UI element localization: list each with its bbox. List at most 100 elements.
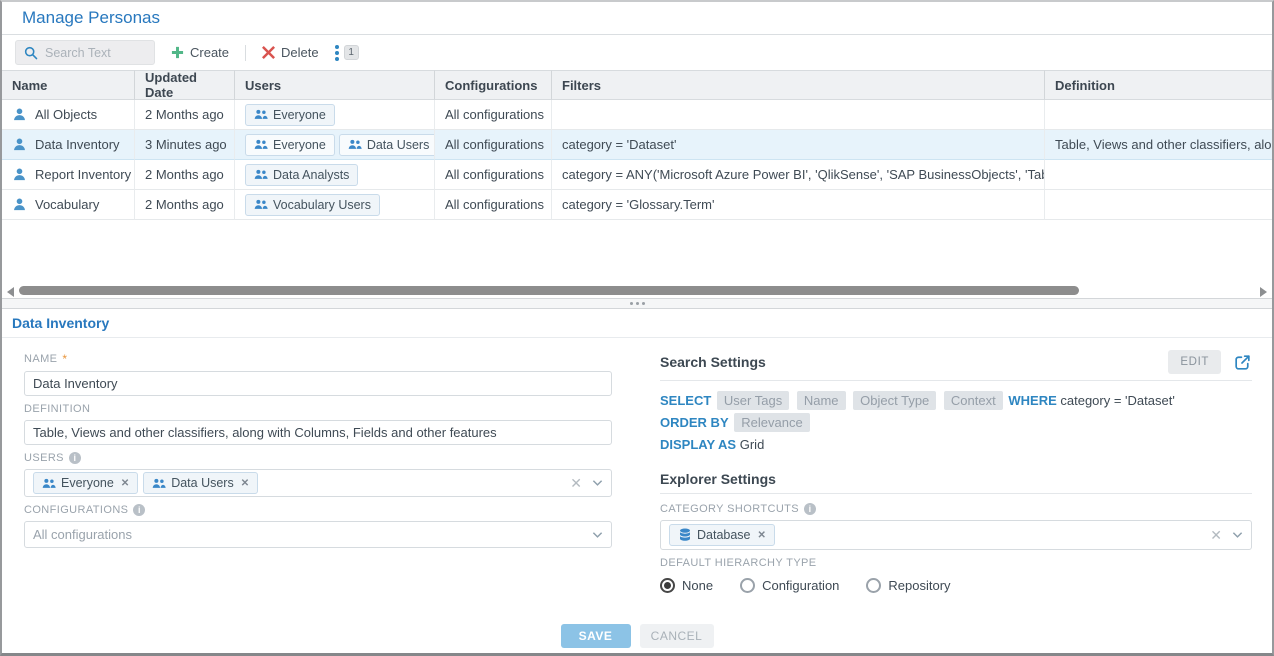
search-settings-title: Search Settings: [660, 354, 766, 370]
persona-name: Report Inventory: [35, 167, 131, 182]
panel-splitter-handle[interactable]: [2, 298, 1272, 309]
chevron-down-icon[interactable]: [1232, 531, 1243, 539]
scrollbar-thumb[interactable]: [19, 286, 1079, 295]
search-icon: [24, 46, 38, 60]
updated-cell: 3 Minutes ago: [135, 130, 235, 160]
form-left-column: NAME * DEFINITION USERS i Everyone ✕: [2, 338, 632, 593]
clear-all-icon[interactable]: ✕: [1210, 528, 1222, 542]
edit-search-settings-button[interactable]: EDIT: [1168, 350, 1221, 374]
select-field-pill: Object Type: [853, 391, 936, 410]
hierarchy-type-label: DEFAULT HIERARCHY TYPE: [660, 557, 1252, 569]
radio-label: Configuration: [762, 578, 839, 593]
toolbar: Create Delete 1: [2, 35, 1272, 70]
users-icon: [254, 199, 268, 210]
chip-label: Everyone: [273, 138, 326, 152]
column-header-updated[interactable]: Updated Date: [135, 70, 235, 100]
chevron-down-icon[interactable]: [592, 531, 603, 539]
users-label: USERS i: [24, 452, 632, 464]
search-box[interactable]: [15, 40, 155, 65]
user-group-chip: Data Users ✕: [143, 472, 258, 494]
chip-label: Database: [697, 528, 751, 542]
hierarchy-type-options: None Configuration Repository: [660, 578, 1252, 593]
search-input[interactable]: [45, 46, 140, 60]
users-icon: [152, 478, 166, 489]
delete-x-icon: [262, 46, 275, 59]
radio-none[interactable]: None: [660, 578, 713, 593]
chip-label: Everyone: [273, 108, 326, 122]
where-clause: category = 'Dataset': [1060, 393, 1174, 408]
more-menu-button[interactable]: 1: [335, 45, 359, 61]
explorer-settings-header: Explorer Settings: [660, 471, 1252, 487]
definition-cell: [1045, 160, 1272, 190]
section-divider: [660, 493, 1252, 494]
horizontal-scrollbar[interactable]: [2, 284, 1272, 298]
persona-name: Vocabulary: [35, 197, 99, 212]
database-icon: [678, 528, 692, 542]
save-button[interactable]: SAVE: [561, 624, 631, 648]
persona-name: Data Inventory: [35, 137, 120, 152]
category-chip: Database ✕: [669, 524, 775, 546]
column-header-filters[interactable]: Filters: [552, 70, 1045, 100]
column-header-name[interactable]: Name: [2, 70, 135, 100]
where-keyword: WHERE: [1008, 393, 1056, 408]
definition-field[interactable]: [24, 420, 612, 445]
configurations-cell: All configurations: [435, 100, 552, 130]
cancel-button[interactable]: CANCEL: [640, 624, 714, 648]
remove-chip-icon[interactable]: ✕: [121, 478, 129, 489]
required-asterisk: *: [62, 352, 67, 366]
users-multiselect[interactable]: Everyone ✕ Data Users ✕ ✕: [24, 469, 612, 497]
radio-repository[interactable]: Repository: [866, 578, 950, 593]
create-button[interactable]: Create: [168, 45, 232, 60]
column-header-users[interactable]: Users: [235, 70, 435, 100]
radio-label: None: [682, 578, 713, 593]
scroll-left-arrow[interactable]: [7, 287, 14, 297]
info-icon[interactable]: i: [133, 504, 145, 516]
user-group-chip: Vocabulary Users: [245, 194, 380, 216]
name-label: NAME *: [24, 352, 632, 366]
configurations-cell: All configurations: [435, 130, 552, 160]
configurations-cell: All configurations: [435, 160, 552, 190]
create-label: Create: [190, 45, 229, 60]
form-right-column: Search Settings EDIT SELECT User Tags Na…: [632, 338, 1272, 593]
explorer-settings-title: Explorer Settings: [660, 471, 776, 487]
users-cell: Data Analysts: [235, 160, 435, 190]
column-header-definition[interactable]: Definition: [1045, 70, 1272, 100]
display-as-keyword: DISPLAY AS: [660, 437, 736, 452]
select-field-pill: Context: [944, 391, 1003, 410]
users-cell: Vocabulary Users: [235, 190, 435, 220]
toolbar-divider: [245, 45, 246, 61]
persona-name: All Objects: [35, 107, 97, 122]
chip-label: Vocabulary Users: [273, 198, 371, 212]
filters-cell: category = ANY('Microsoft Azure Power BI…: [552, 160, 1045, 190]
user-group-chip: Everyone: [245, 104, 335, 126]
delete-button[interactable]: Delete: [259, 45, 322, 60]
definition-cell: Table, Views and other classifiers, alon…: [1045, 130, 1272, 160]
persona-icon: [12, 197, 27, 212]
remove-chip-icon[interactable]: ✕: [241, 478, 249, 489]
user-group-chip: Data Analysts: [245, 164, 358, 186]
name-field[interactable]: [24, 371, 612, 396]
radio-icon: [740, 578, 755, 593]
chevron-down-icon[interactable]: [592, 479, 603, 487]
manage-personas-page: Manage Personas Create Delete 1: [0, 0, 1274, 656]
clear-all-icon[interactable]: ✕: [570, 476, 582, 490]
definition-cell: [1045, 190, 1272, 220]
radio-configuration[interactable]: Configuration: [740, 578, 839, 593]
configurations-value: All configurations: [33, 527, 132, 542]
radio-icon: [866, 578, 881, 593]
info-icon[interactable]: i: [69, 452, 81, 464]
page-header: Manage Personas: [2, 2, 1272, 35]
kebab-icon: [335, 45, 339, 61]
page-title: Manage Personas: [22, 8, 160, 28]
scroll-right-arrow[interactable]: [1260, 287, 1267, 297]
info-icon[interactable]: i: [804, 503, 816, 515]
category-shortcuts-select[interactable]: Database ✕ ✕: [660, 520, 1252, 550]
order-value-pill: Relevance: [734, 413, 809, 432]
configurations-select[interactable]: All configurations: [24, 521, 612, 548]
column-header-configurations[interactable]: Configurations: [435, 70, 552, 100]
persona-icon: [12, 167, 27, 182]
remove-chip-icon[interactable]: ✕: [758, 530, 766, 541]
filters-cell: [552, 100, 1045, 130]
open-external-icon[interactable]: [1233, 353, 1252, 372]
definition-label: DEFINITION: [24, 403, 632, 415]
